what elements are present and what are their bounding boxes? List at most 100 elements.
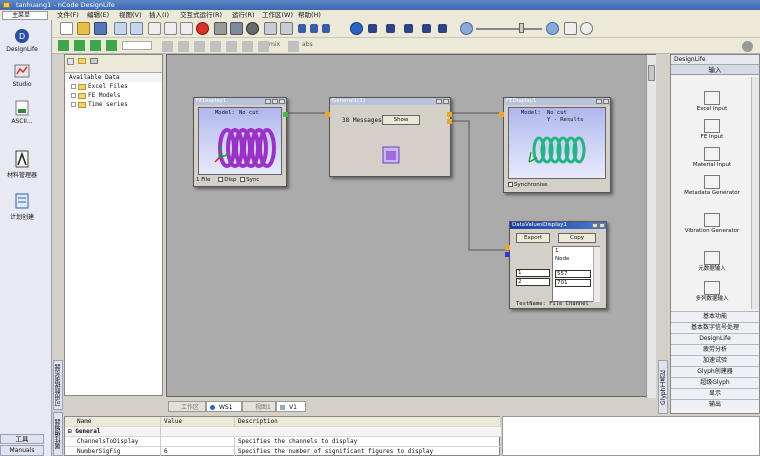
palette-tab-designlife[interactable]: DesignLife xyxy=(671,333,759,343)
rail-item-studio[interactable]: Studio xyxy=(0,63,44,88)
menu-help[interactable]: 帮助(H) xyxy=(298,10,321,20)
undo-icon[interactable] xyxy=(114,22,127,35)
available-data-browser-tab[interactable]: 可用数据浏览器 xyxy=(53,360,63,410)
palette-item-material-input[interactable]: Material Input xyxy=(681,147,743,168)
rail-item-material-manager[interactable]: 材料管理器 xyxy=(0,150,44,179)
play-icon[interactable] xyxy=(404,24,413,33)
pan-icon[interactable] xyxy=(580,22,593,35)
nav-left-icon[interactable] xyxy=(162,41,173,52)
palette-tab-accelerated-test[interactable]: 加速试验 xyxy=(671,355,759,365)
tree-item-time-series[interactable]: Time series xyxy=(65,100,162,109)
arrow-up-icon[interactable] xyxy=(74,40,85,51)
menu-interactive-run[interactable]: 交互式运行(R) xyxy=(180,10,222,20)
palette-tab-input[interactable]: 输入 xyxy=(671,65,759,75)
glyph-title-bar[interactable]: DataValuesDisplay1 xyxy=(510,222,606,229)
menu-view[interactable]: 视图(V) xyxy=(119,10,142,20)
expand-icon[interactable] xyxy=(71,102,76,107)
settings-gear-icon[interactable] xyxy=(246,22,259,35)
nav-collapse-icon[interactable] xyxy=(242,41,253,52)
tab-workspace[interactable]: 工作区 xyxy=(168,401,206,412)
tools-button[interactable]: 工具 xyxy=(0,434,44,444)
window-buttons[interactable] xyxy=(435,98,449,105)
palette-item-excel-input[interactable]: Excel Input xyxy=(681,91,743,112)
palette-item-multicolumn-input[interactable]: 多列数据输入 xyxy=(681,281,743,302)
property-value[interactable] xyxy=(161,437,235,447)
expand-icon[interactable] xyxy=(71,93,76,98)
palette-tab-display[interactable]: 显示 xyxy=(671,388,759,398)
stop-icon[interactable] xyxy=(386,24,395,33)
output-pad[interactable] xyxy=(447,112,452,117)
glyph-title-bar[interactable]: General1(1) xyxy=(330,98,450,105)
folder-icon[interactable] xyxy=(78,58,86,64)
copy-button[interactable]: Copy xyxy=(558,233,596,243)
menu-workspace[interactable]: 工作区(W) xyxy=(262,10,293,20)
toolbar-input[interactable] xyxy=(122,41,152,50)
back-icon[interactable] xyxy=(298,24,306,33)
cut-icon[interactable] xyxy=(148,22,161,35)
expand-icon[interactable] xyxy=(71,84,76,89)
value-cell[interactable]: 557 xyxy=(555,270,591,278)
tab-ws1[interactable]: WS1 xyxy=(206,401,242,412)
view-icon[interactable] xyxy=(90,58,98,64)
manuals-button[interactable]: Manuals xyxy=(0,445,44,456)
show-button[interactable]: Show xyxy=(382,115,420,125)
sync-checkbox[interactable] xyxy=(240,177,246,182)
glyph-title-bar[interactable]: FEDisplay1 xyxy=(194,98,286,105)
main-menu-button[interactable]: 主菜单 xyxy=(2,11,48,20)
input-pad[interactable] xyxy=(505,245,510,250)
rail-item-ascii[interactable]: ASCII... xyxy=(0,100,44,125)
preview-icon[interactable] xyxy=(230,22,243,35)
rail-item-plan-create[interactable]: 计划创建 xyxy=(0,192,44,221)
print-icon[interactable] xyxy=(214,22,227,35)
copy-icon[interactable] xyxy=(164,22,177,35)
open-icon[interactable] xyxy=(77,22,90,35)
scrollbar-thumb[interactable] xyxy=(648,65,655,81)
nav-expand-icon[interactable] xyxy=(258,41,269,52)
nav-page-icon[interactable] xyxy=(226,41,237,52)
zoom-slider-track[interactable] xyxy=(476,28,542,30)
fe-display-results-glyph[interactable]: FEDisplay1 Model: No cut Y - Results Syn… xyxy=(499,97,611,193)
property-editor-tab[interactable]: 属性编辑器 xyxy=(53,412,63,456)
forward-icon[interactable] xyxy=(310,24,318,33)
output-pad[interactable] xyxy=(447,119,452,124)
nav-last-icon[interactable] xyxy=(210,41,221,52)
step-icon[interactable] xyxy=(322,24,330,33)
zoom-out-icon[interactable] xyxy=(460,22,473,35)
values-grid[interactable]: 1 Node 557 701 xyxy=(552,246,600,302)
palette-tab-glyph-creator[interactable]: Glyph创建器 xyxy=(671,366,759,376)
workspace-scrollbar[interactable] xyxy=(646,55,656,398)
palette-tab-fatigue[interactable]: 疲劳分析 xyxy=(671,344,759,354)
fit-window-icon[interactable] xyxy=(564,22,577,35)
input-pad[interactable] xyxy=(325,112,330,117)
layout-icon[interactable] xyxy=(264,22,277,35)
scale-icon[interactable] xyxy=(288,41,299,52)
refresh-icon[interactable] xyxy=(67,58,74,65)
values-scrollbar[interactable] xyxy=(593,247,600,302)
properties-icon[interactable] xyxy=(280,22,293,35)
workspace-canvas[interactable]: FEDisplay1 Model: No cut 1 File Disp Syn… xyxy=(166,54,656,398)
menu-run[interactable]: 运行(R) xyxy=(232,10,255,20)
input-pad[interactable] xyxy=(499,112,504,117)
delete-icon[interactable] xyxy=(196,22,209,35)
window-buttons[interactable] xyxy=(591,222,605,229)
arrow-down-icon[interactable] xyxy=(90,40,101,51)
step-back-icon[interactable] xyxy=(368,24,377,33)
abs-button[interactable]: abs xyxy=(302,41,313,48)
palette-tab-super-glyph[interactable]: 超级Glyph xyxy=(671,377,759,387)
menu-file[interactable]: 文件(F) xyxy=(57,10,79,20)
output-pad[interactable] xyxy=(283,112,288,117)
fe-results-viewport[interactable]: Model: No cut Y - Results xyxy=(508,107,606,179)
glyph-toolbar-tab[interactable]: Glyph工具栏 xyxy=(658,360,668,414)
palette-tab-output[interactable]: 输出 xyxy=(671,399,759,409)
tab-view1[interactable]: 视图1 xyxy=(242,401,276,412)
zoom-slider-thumb[interactable] xyxy=(519,23,524,33)
palette-tab-basic-dsp[interactable]: 基本数字信号处理 xyxy=(671,322,759,332)
glyph-title-bar[interactable]: FEDisplay1 xyxy=(504,98,610,105)
disp-checkbox[interactable] xyxy=(218,177,224,182)
table-row[interactable]: NumberSigFig 6 Specifies the number of s… xyxy=(65,447,501,456)
nav-first-icon[interactable] xyxy=(194,41,205,52)
export-button[interactable]: Export xyxy=(516,233,550,243)
mix-button[interactable]: mix xyxy=(269,41,280,48)
table-row[interactable]: ChannelsToDisplay Specifies the channels… xyxy=(65,437,501,447)
run-circle-icon[interactable] xyxy=(350,22,363,35)
